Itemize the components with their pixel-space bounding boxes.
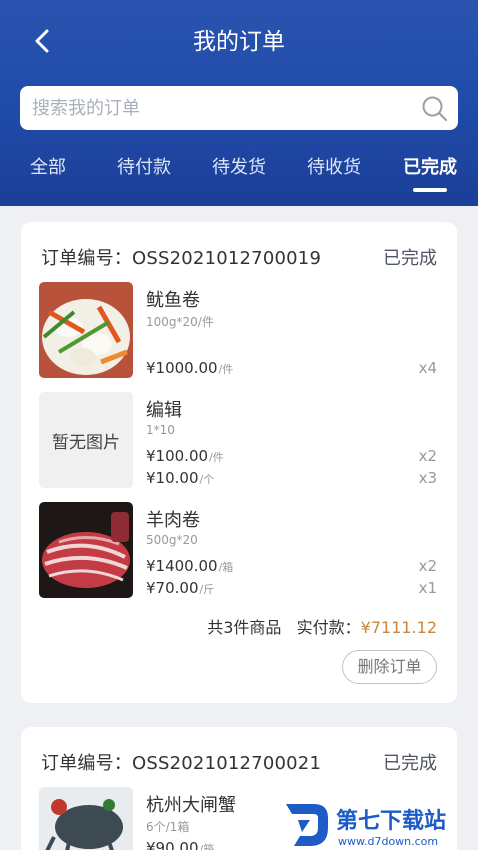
product-name: 杭州大闸蟹 — [146, 795, 236, 816]
app-header: 我的订单 全部 待付款 待发货 待收货 已完成 — [0, 0, 478, 206]
product-price: ¥10.00/个 — [146, 469, 215, 487]
search-input[interactable] — [32, 86, 412, 130]
order-status: 已完成 — [383, 248, 437, 269]
search-icon[interactable] — [421, 95, 448, 122]
product-spec: 500g*20 — [146, 533, 198, 547]
tab-all[interactable]: 全部 — [22, 150, 74, 190]
svg-text:www.d7down.com: www.d7down.com — [338, 835, 438, 848]
product-quantity: x4 — [418, 359, 437, 377]
product-image-squid-roll[interactable] — [39, 282, 133, 378]
product-price: ¥1000.00/件 — [146, 359, 234, 377]
product-spec: 100g*20/件 — [146, 315, 214, 329]
product-spec: 6个/1箱 — [146, 820, 190, 834]
product-image-crab[interactable] — [39, 787, 133, 850]
tab-pending-payment[interactable]: 待付款 — [110, 150, 178, 190]
tab-pending-shipment[interactable]: 待发货 — [205, 150, 273, 190]
site-watermark-logo: 第七下载站 www.d7down.com — [286, 804, 446, 848]
product-quantity: x1 — [418, 579, 437, 597]
product-spec: 1*10 — [146, 423, 175, 437]
product-name: 鱿鱼卷 — [146, 290, 200, 311]
delete-order-button[interactable]: 删除订单 — [342, 650, 437, 684]
product-quantity: x3 — [418, 469, 437, 487]
order-tabs: 全部 待付款 待发货 待收货 已完成 — [0, 150, 478, 194]
order-summary: 共3件商品 实付款：¥7111.12 — [207, 618, 437, 637]
tab-completed[interactable]: 已完成 — [396, 150, 464, 190]
product-price: ¥90.00/箱 — [146, 839, 215, 850]
product-image-mutton-roll[interactable] — [39, 502, 133, 598]
order-status: 已完成 — [383, 753, 437, 774]
tab-pending-receipt[interactable]: 待收货 — [300, 150, 368, 190]
order-number: 订单编号：OSS2021012700019 — [41, 248, 322, 269]
product-quantity: x2 — [418, 557, 437, 575]
product-price: ¥70.00/斤 — [146, 579, 215, 597]
product-image-placeholder[interactable]: 暂无图片 — [39, 392, 133, 488]
paid-amount: ¥7111.12 — [360, 618, 437, 637]
product-name: 编辑 — [146, 400, 182, 421]
product-price: ¥1400.00/箱 — [146, 557, 234, 575]
page-title: 我的订单 — [193, 29, 285, 55]
product-price: ¥100.00/件 — [146, 447, 224, 465]
product-quantity: x2 — [418, 447, 437, 465]
product-name: 羊肉卷 — [146, 510, 200, 531]
search-bar[interactable] — [20, 86, 458, 130]
svg-text:第七下载站: 第七下载站 — [336, 808, 446, 834]
active-tab-indicator — [413, 188, 447, 192]
order-card[interactable]: 订单编号：OSS2021012700019 已完成 鱿鱼卷 100g*20/件 … — [21, 222, 457, 703]
order-number: 订单编号：OSS2021012700021 — [41, 753, 322, 774]
